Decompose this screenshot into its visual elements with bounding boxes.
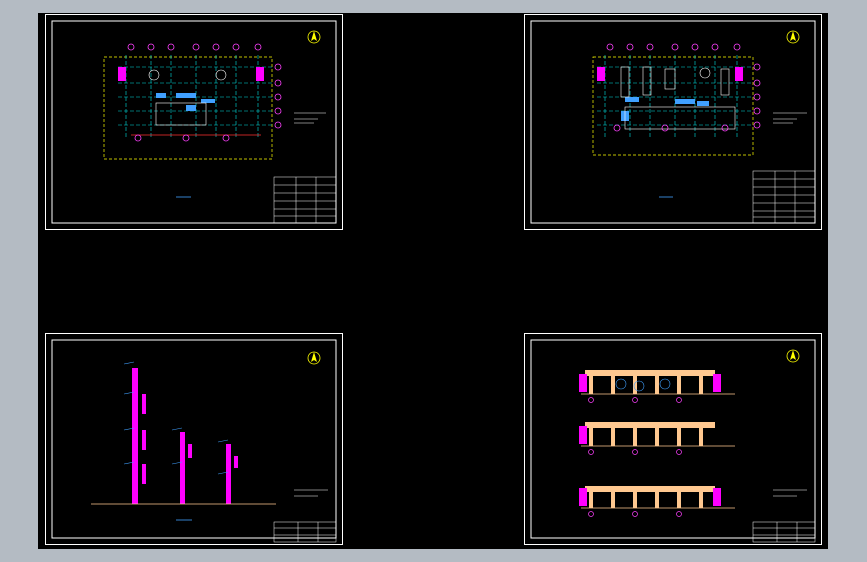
sheet-elevations[interactable] [524, 333, 822, 545]
elevation-2 [579, 422, 735, 455]
sheet-wall-section[interactable] [45, 333, 343, 545]
elevation-1 [579, 370, 735, 403]
north-arrow-icon [786, 30, 800, 44]
wall-section-drawing [51, 339, 337, 543]
north-arrow-icon [786, 349, 800, 363]
drawing-viewport[interactable] [38, 13, 828, 549]
north-arrow-icon [307, 351, 321, 365]
sheet-floor-plan-2[interactable] [524, 14, 822, 230]
north-arrow-icon [307, 30, 321, 44]
elevations-drawing [530, 339, 816, 543]
sheet-floor-plan-1[interactable] [45, 14, 343, 230]
elevation-3 [579, 486, 735, 517]
floor-plan-2-drawing [530, 20, 816, 224]
floor-plan-1-drawing [51, 20, 337, 224]
